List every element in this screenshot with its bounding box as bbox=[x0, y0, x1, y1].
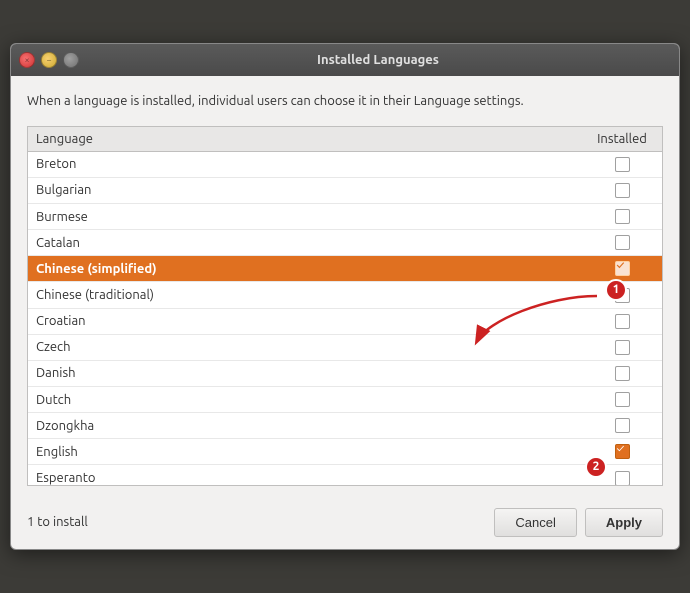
table-row[interactable]: Danish bbox=[28, 360, 662, 386]
table-row[interactable]: Czech bbox=[28, 334, 662, 360]
language-installed-cell[interactable] bbox=[582, 282, 662, 308]
table-row[interactable]: Croatian bbox=[28, 308, 662, 334]
checkbox-icon[interactable] bbox=[615, 366, 630, 381]
maximize-button[interactable] bbox=[63, 52, 79, 68]
window-title: Installed Languages bbox=[85, 53, 671, 67]
language-name-cell: Burmese bbox=[28, 204, 582, 230]
footer-buttons: Cancel Apply bbox=[494, 508, 663, 537]
language-name-cell: Danish bbox=[28, 360, 582, 386]
titlebar: × − Installed Languages bbox=[11, 44, 679, 76]
language-installed-cell[interactable] bbox=[582, 465, 662, 486]
language-name-cell: Dzongkha bbox=[28, 413, 582, 439]
install-count-label: 1 to install bbox=[27, 515, 88, 529]
table-row[interactable]: Burmese bbox=[28, 204, 662, 230]
language-installed-cell[interactable] bbox=[582, 177, 662, 203]
checkbox-icon[interactable] bbox=[615, 157, 630, 172]
language-name-cell: Dutch bbox=[28, 387, 582, 413]
language-name-cell: Breton bbox=[28, 151, 582, 177]
language-installed-cell[interactable] bbox=[582, 151, 662, 177]
language-name-cell: Croatian bbox=[28, 308, 582, 334]
checkbox-icon[interactable] bbox=[615, 340, 630, 355]
language-installed-cell[interactable] bbox=[582, 230, 662, 256]
table-row[interactable]: Breton bbox=[28, 151, 662, 177]
checkbox-icon[interactable] bbox=[615, 444, 630, 459]
language-installed-cell[interactable] bbox=[582, 413, 662, 439]
language-installed-cell[interactable] bbox=[582, 308, 662, 334]
language-installed-cell[interactable] bbox=[582, 439, 662, 465]
checkbox-icon[interactable] bbox=[615, 471, 630, 486]
checkbox-icon[interactable] bbox=[615, 235, 630, 250]
language-name-cell: Esperanto bbox=[28, 465, 582, 486]
language-name-cell: English bbox=[28, 439, 582, 465]
table-row[interactable]: Bulgarian bbox=[28, 177, 662, 203]
table-row[interactable]: Chinese (traditional) bbox=[28, 282, 662, 308]
main-content: When a language is installed, individual… bbox=[11, 76, 679, 498]
language-table-container[interactable]: Language Installed BretonBulgarianBurmes… bbox=[27, 126, 663, 486]
language-name-cell: Chinese (traditional) bbox=[28, 282, 582, 308]
close-button[interactable]: × bbox=[19, 52, 35, 68]
checkbox-icon[interactable] bbox=[615, 261, 630, 276]
installed-languages-window: × − Installed Languages When a language … bbox=[10, 43, 680, 550]
checkbox-icon[interactable] bbox=[615, 418, 630, 433]
language-installed-cell[interactable] bbox=[582, 387, 662, 413]
language-name-cell: Chinese (simplified) bbox=[28, 256, 582, 282]
table-row[interactable]: English bbox=[28, 439, 662, 465]
table-header-row: Language Installed bbox=[28, 127, 662, 152]
language-installed-cell[interactable] bbox=[582, 334, 662, 360]
language-table-wrapper: Language Installed BretonBulgarianBurmes… bbox=[27, 126, 663, 486]
table-row[interactable]: Catalan bbox=[28, 230, 662, 256]
language-installed-cell[interactable] bbox=[582, 256, 662, 282]
language-installed-cell[interactable] bbox=[582, 360, 662, 386]
language-name-cell: Catalan bbox=[28, 230, 582, 256]
table-row[interactable]: Dutch bbox=[28, 387, 662, 413]
language-table: Language Installed BretonBulgarianBurmes… bbox=[28, 127, 662, 486]
column-header-language: Language bbox=[28, 127, 582, 152]
apply-button[interactable]: Apply bbox=[585, 508, 663, 537]
checkbox-icon[interactable] bbox=[615, 209, 630, 224]
language-installed-cell[interactable] bbox=[582, 204, 662, 230]
language-name-cell: Czech bbox=[28, 334, 582, 360]
description-text: When a language is installed, individual… bbox=[27, 92, 663, 112]
checkbox-icon[interactable] bbox=[615, 314, 630, 329]
checkbox-icon[interactable] bbox=[615, 183, 630, 198]
cancel-button[interactable]: Cancel bbox=[494, 508, 576, 537]
footer: 1 to install Cancel Apply bbox=[11, 498, 679, 549]
checkbox-icon[interactable] bbox=[615, 288, 630, 303]
checkbox-icon[interactable] bbox=[615, 392, 630, 407]
minimize-button[interactable]: − bbox=[41, 52, 57, 68]
table-row[interactable]: Chinese (simplified) bbox=[28, 256, 662, 282]
language-name-cell: Bulgarian bbox=[28, 177, 582, 203]
table-row[interactable]: Dzongkha bbox=[28, 413, 662, 439]
column-header-installed: Installed bbox=[582, 127, 662, 152]
table-row[interactable]: Esperanto bbox=[28, 465, 662, 486]
